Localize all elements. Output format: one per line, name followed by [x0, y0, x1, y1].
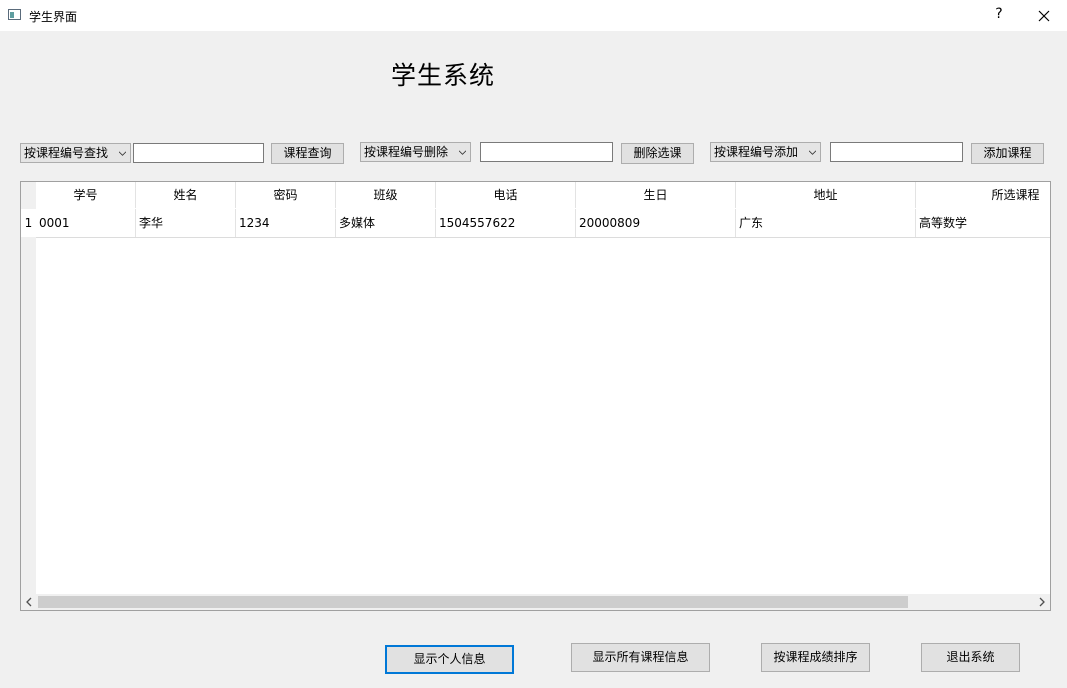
chevron-left-icon: [26, 597, 32, 607]
show-personal-info-button[interactable]: 显示个人信息: [385, 645, 514, 674]
delete-course-input[interactable]: [480, 142, 613, 162]
column-header[interactable]: 生日: [576, 182, 736, 208]
column-header[interactable]: 地址: [736, 182, 916, 208]
window-title: 学生界面: [29, 10, 78, 24]
column-header[interactable]: 电话: [436, 182, 576, 208]
table-cell[interactable]: 高等数学: [916, 209, 1050, 237]
help-button[interactable]: ?: [992, 6, 1006, 22]
page-title: 学生系统: [391, 61, 496, 90]
column-header[interactable]: 密码: [236, 182, 336, 208]
column-header[interactable]: 姓名: [136, 182, 236, 208]
column-header[interactable]: 班级: [336, 182, 436, 208]
scrollbar-thumb[interactable]: [38, 596, 908, 608]
chevron-down-icon: [119, 151, 126, 156]
table-corner[interactable]: [21, 182, 36, 208]
delete-selection-button[interactable]: 删除选课: [621, 143, 694, 164]
add-course-input[interactable]: [830, 142, 963, 162]
title-bar: 学生界面 ?: [0, 0, 1067, 31]
table-row[interactable]: 0001 李华 1234 多媒体 1504557622 20000809 广东 …: [36, 209, 1050, 238]
table-cell[interactable]: 李华: [136, 209, 236, 237]
row-number[interactable]: 1: [21, 209, 36, 237]
scroll-left-button[interactable]: [21, 594, 37, 610]
close-button[interactable]: [1034, 6, 1054, 26]
close-icon: [1038, 10, 1050, 22]
table-cell[interactable]: 0001: [36, 209, 136, 237]
student-table[interactable]: 1 学号 姓名 密码 班级 电话 生日 地址 所选课程 0001 李华 1234…: [20, 181, 1051, 611]
chevron-down-icon: [459, 150, 466, 155]
app-icon: [8, 9, 21, 20]
show-all-courses-button[interactable]: 显示所有课程信息: [571, 643, 710, 672]
sort-by-score-button[interactable]: 按课程成绩排序: [761, 643, 870, 672]
chevron-down-icon: [809, 150, 816, 155]
table-cell[interactable]: 20000809: [576, 209, 736, 237]
row-header: 1: [21, 182, 36, 594]
find-mode-select[interactable]: 按课程编号查找: [20, 143, 131, 163]
table-cell[interactable]: 1504557622: [436, 209, 576, 237]
table-cell[interactable]: 多媒体: [336, 209, 436, 237]
add-mode-select[interactable]: 按课程编号添加: [710, 142, 821, 162]
column-header-row: 学号 姓名 密码 班级 电话 生日 地址 所选课程: [36, 182, 1050, 209]
scroll-right-button[interactable]: [1034, 594, 1050, 610]
horizontal-scrollbar[interactable]: [21, 594, 1050, 610]
find-mode-value: 按课程编号查找: [24, 146, 109, 160]
course-query-button[interactable]: 课程查询: [271, 143, 344, 164]
delete-mode-value: 按课程编号删除: [364, 145, 449, 159]
find-course-input[interactable]: [133, 143, 264, 163]
table-cell[interactable]: 广东: [736, 209, 916, 237]
exit-system-button[interactable]: 退出系统: [921, 643, 1020, 672]
add-course-button[interactable]: 添加课程: [971, 143, 1044, 164]
chevron-right-icon: [1039, 597, 1045, 607]
column-header[interactable]: 所选课程: [916, 182, 1050, 208]
table-cell[interactable]: 1234: [236, 209, 336, 237]
column-header[interactable]: 学号: [36, 182, 136, 208]
delete-mode-select[interactable]: 按课程编号删除: [360, 142, 471, 162]
add-mode-value: 按课程编号添加: [714, 145, 799, 159]
